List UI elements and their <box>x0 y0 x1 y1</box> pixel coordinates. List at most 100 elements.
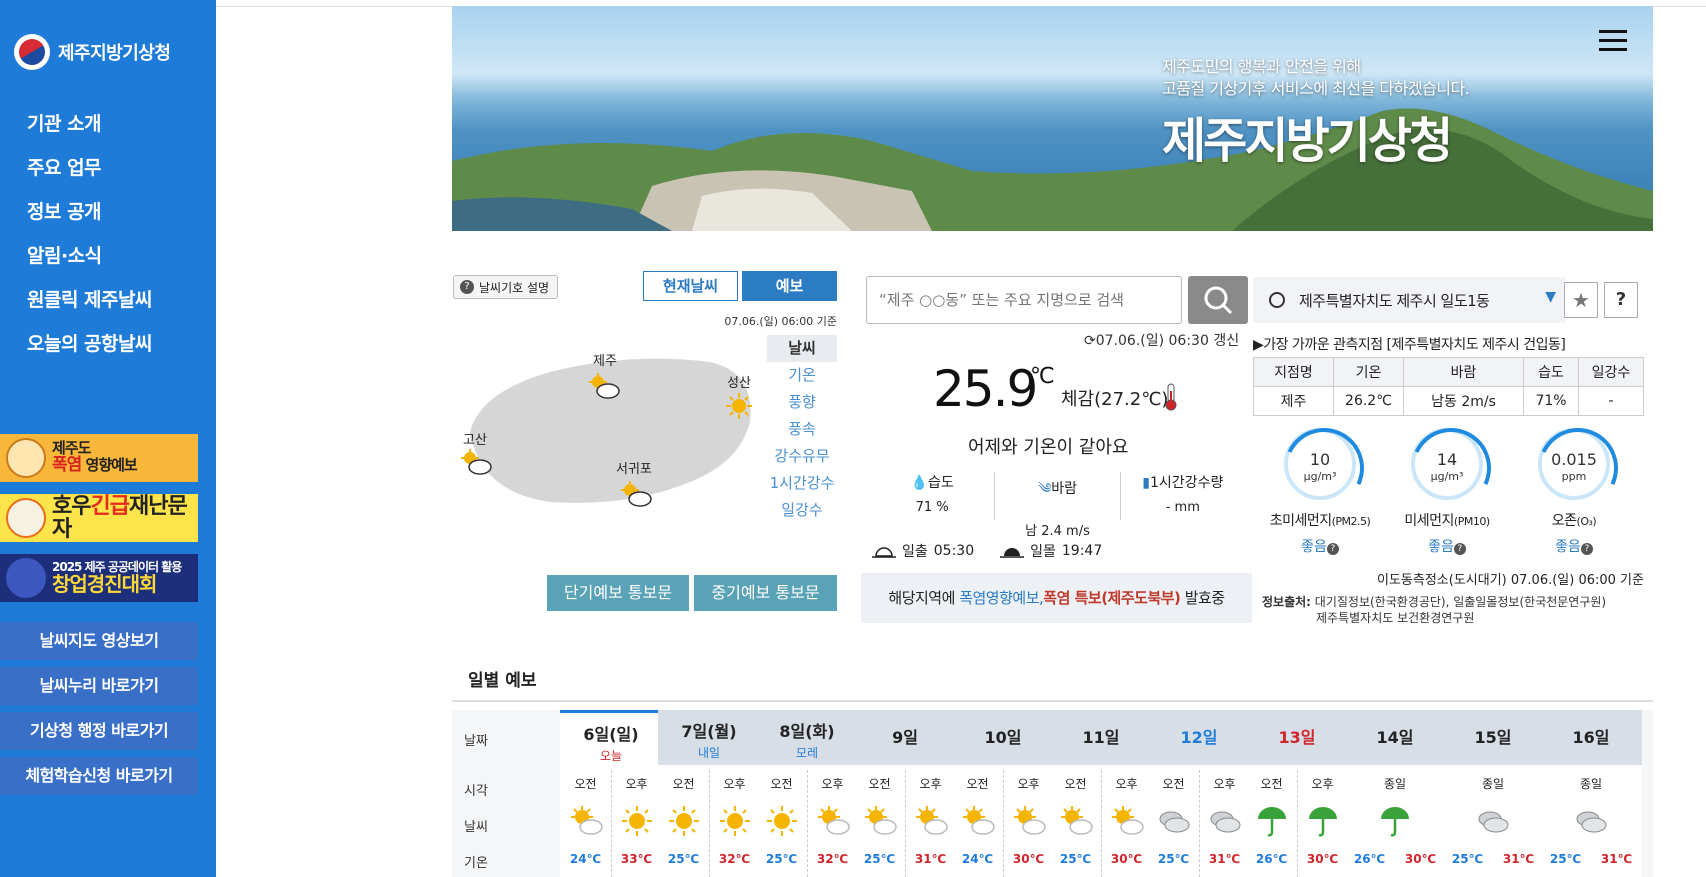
day-column: 14일 종일 26℃ 30℃ <box>1344 710 1446 877</box>
refresh-icon[interactable]: ⟳ <box>1084 333 1096 349</box>
day-column: 16일 종일 25℃ 31℃ <box>1540 710 1642 877</box>
day-date: 16일 <box>1572 728 1610 747</box>
min-temp: 26℃ <box>1255 852 1288 866</box>
partly-cloudy-icon <box>807 804 858 838</box>
rain-value: - mm <box>1165 500 1200 515</box>
day-date: 14일 <box>1376 728 1414 747</box>
logo[interactable]: 제주지방기상청 <box>14 34 171 70</box>
table-row: 제주 26.2℃ 남동 2m/s 71% - <box>1253 386 1644 416</box>
time-of-day: 오전 <box>672 777 695 791</box>
nav-item-disclosure[interactable]: 정보 공개 <box>27 190 152 234</box>
main-nav: 기관 소개 주요 업무 정보 공개 알림·소식 원클릭 제주날씨 오늘의 공항날… <box>27 102 152 366</box>
ozone-gauge: 0.015 ppm 오존(O₃) 좋음? <box>1519 428 1629 556</box>
emergency-sms-banner[interactable]: 호우긴급재난문자 <box>0 494 198 542</box>
layer-wind-speed[interactable]: 풍속 <box>767 416 837 443</box>
time-of-day: 오후 <box>1115 777 1138 791</box>
day-header: 11일 <box>1050 710 1152 765</box>
layer-daily-precip[interactable]: 일강수 <box>767 497 837 524</box>
layer-hourly-precip[interactable]: 1시간강수 <box>767 470 837 497</box>
field-trip-link[interactable]: 체험학습신청 바로가기 <box>0 757 198 795</box>
time-of-day-row: 종일 <box>1344 775 1446 792</box>
max-temp: 30℃ <box>1110 852 1143 866</box>
day-relative: 내일 <box>697 746 721 760</box>
nav-item-airport-weather[interactable]: 오늘의 공항날씨 <box>27 322 152 366</box>
partly-cloudy-icon <box>1003 804 1054 838</box>
layer-temperature[interactable]: 기온 <box>767 362 837 389</box>
day-date: 6일(일) <box>583 725 639 744</box>
time-of-day: 오후 <box>1213 777 1236 791</box>
day-date: 12일 <box>1180 728 1218 747</box>
partly-cloudy-icon <box>905 804 956 838</box>
day-relative: 모레 <box>795 746 819 760</box>
update-time: ⟳07.06.(일) 06:30 갱신 <box>1084 333 1240 349</box>
chevron-down-icon[interactable]: ▼ <box>1545 289 1556 305</box>
heatwave-banner[interactable]: 제주도 폭염 영향예보 <box>0 434 198 482</box>
pm25-grade[interactable]: 좋음? <box>1265 536 1375 556</box>
partly-cloudy-icon <box>952 804 1003 838</box>
max-temp: 30℃ <box>1012 852 1045 866</box>
layer-wind-direction[interactable]: 풍향 <box>767 389 837 416</box>
pm25-gauge: 10 μg/m³ 초미세먼지(PM2.5) 좋음? <box>1265 428 1375 556</box>
rain-umbrella-icon <box>1297 804 1348 838</box>
question-icon[interactable]: ? <box>1453 543 1466 555</box>
layer-weather[interactable]: 날씨 <box>767 335 837 362</box>
time-of-day: 오후 <box>625 777 648 791</box>
tab-current-weather[interactable]: 현재날씨 <box>643 271 738 301</box>
table-header: 일강수 <box>1578 357 1644 387</box>
time-of-day: 오후 <box>723 777 746 791</box>
nav-item-about[interactable]: 기관 소개 <box>27 102 152 146</box>
weather-symbol-help-button[interactable]: ? 날씨기호 설명 <box>453 275 559 299</box>
kma-admin-link[interactable]: 기상청 행정 바로가기 <box>0 712 198 750</box>
weather-row <box>1442 804 1544 838</box>
nav-item-oneclick-weather[interactable]: 원클릭 제주날씨 <box>27 278 152 322</box>
tab-forecast[interactable]: 예보 <box>742 271 837 301</box>
max-temp: 31℃ <box>1208 852 1241 866</box>
favorite-star-button[interactable]: ★ <box>1564 282 1598 318</box>
nav-item-news[interactable]: 알림·소식 <box>27 234 152 278</box>
hero-title: 제주지방기상청 <box>1162 113 1453 170</box>
pm10-grade[interactable]: 좋음? <box>1392 536 1502 556</box>
question-icon[interactable]: ? <box>1326 543 1339 555</box>
weather-map-video-button[interactable]: 날씨지도 영상보기 <box>0 622 198 660</box>
rain-cell: ▮1시간강수량 - mm <box>1119 472 1245 520</box>
day-column: 12일 오전 오후 25℃ 31℃ <box>1148 710 1250 877</box>
city-label-seogwipo: 서귀포 <box>616 462 652 477</box>
heat-warning-link[interactable]: 폭염 특보(제주도북부) <box>1043 589 1181 607</box>
help-button[interactable]: ? <box>1604 282 1638 318</box>
day-header: 7일(월) 내일 <box>658 710 760 765</box>
hamburger-menu-icon[interactable] <box>1599 30 1627 54</box>
banner3-big: 창업경진대회 <box>52 571 157 596</box>
mid-term-bulletin-button[interactable]: 중기예보 통보문 <box>694 575 837 611</box>
question-icon[interactable]: ? <box>1580 543 1593 555</box>
heat-impact-forecast-link[interactable]: 폭염영향예보, <box>959 589 1044 607</box>
location-selector[interactable]: 제주특별자치도 제주시 일도1동 ▼ <box>1253 277 1566 323</box>
mascot-icon <box>6 438 46 478</box>
am-pm-divider <box>1003 770 1004 877</box>
cloudy-icon <box>1199 804 1250 838</box>
day-date: 8일(화) <box>779 722 835 741</box>
cloudy-icon <box>1442 804 1544 838</box>
time-of-day: 오전 <box>1260 777 1283 791</box>
day-header: 10일 <box>952 710 1054 765</box>
weather-symbol-help-label: 날씨기호 설명 <box>479 280 550 295</box>
startup-contest-banner[interactable]: 2025 제주 공공데이터 활용 창업경진대회 <box>0 554 198 602</box>
time-of-day: 오전 <box>966 777 989 791</box>
location-search-input[interactable] <box>866 276 1182 324</box>
nav-item-duties[interactable]: 주요 업무 <box>27 146 152 190</box>
short-term-bulletin-button[interactable]: 단기예보 통보문 <box>547 575 689 611</box>
search-icon <box>1204 286 1233 315</box>
hero-line-1: 제주도민의 행복과 안전을 위해 <box>1162 57 1361 76</box>
sunrise-sunset: 일출 05:30 일몰 19:47 <box>872 541 1102 561</box>
layer-precip-presence[interactable]: 강수유무 <box>767 443 837 470</box>
search-button[interactable] <box>1188 276 1248 324</box>
partly-cloudy-icon <box>1050 804 1101 838</box>
daily-forecast-title: 일별 예보 <box>468 671 537 691</box>
logo-text: 제주지방기상청 <box>58 43 171 64</box>
weather-nuri-link[interactable]: 날씨누리 바로가기 <box>0 667 198 705</box>
am-pm-divider <box>1297 770 1298 877</box>
ozone-grade[interactable]: 좋음? <box>1519 536 1629 556</box>
am-pm-divider <box>905 770 906 877</box>
sunset-time: 19:47 <box>1061 543 1103 559</box>
droplet-icon: 💧 <box>910 475 928 491</box>
row-label-weather: 날씨 <box>464 820 488 835</box>
